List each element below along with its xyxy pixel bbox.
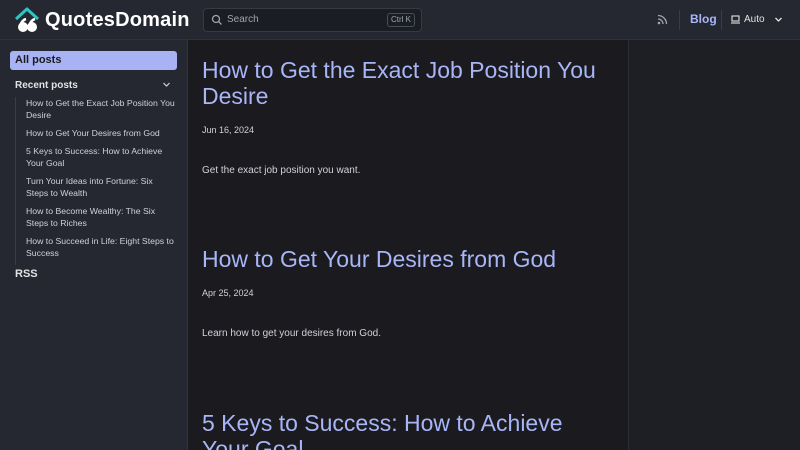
sidebar-item-all-posts[interactable]: All posts bbox=[10, 51, 177, 70]
sidebar-item-rss[interactable]: RSS bbox=[15, 268, 38, 280]
search-placeholder: Search bbox=[227, 14, 259, 25]
recent-posts-heading[interactable]: Recent posts bbox=[15, 80, 172, 91]
post-list: How to Get the Exact Job Position You De… bbox=[188, 40, 628, 450]
chevron-down-icon[interactable] bbox=[774, 15, 783, 24]
nav-divider bbox=[721, 10, 722, 30]
sidebar-recent-post[interactable]: How to Get the Exact Job Position You De… bbox=[26, 97, 175, 121]
monitor-icon bbox=[731, 15, 740, 24]
brand-logo[interactable]: QuotesDomain bbox=[14, 6, 190, 34]
toc-column bbox=[628, 40, 800, 450]
search-icon bbox=[211, 14, 222, 25]
post-summary: Learn how to get your desires from God. bbox=[202, 328, 381, 339]
theme-selector[interactable]: Auto bbox=[731, 14, 765, 25]
sidebar: All posts Recent posts How to Get the Ex… bbox=[0, 40, 188, 450]
post-summary: Get the exact job position you want. bbox=[202, 165, 361, 176]
post-title[interactable]: How to Get Your Desires from God bbox=[202, 246, 612, 272]
post-card: 5 Keys to Success: How to Achieve Your G… bbox=[202, 410, 612, 450]
recent-posts-list: How to Get the Exact Job Position You De… bbox=[15, 97, 175, 265]
post-title[interactable]: How to Get the Exact Job Position You De… bbox=[202, 57, 612, 109]
theme-label: Auto bbox=[744, 14, 765, 25]
nav-divider bbox=[679, 10, 680, 30]
brand-name: QuotesDomain bbox=[45, 8, 190, 31]
chevron-down-icon[interactable] bbox=[162, 80, 171, 89]
sidebar-recent-post[interactable]: Turn Your Ideas into Fortune: Six Steps … bbox=[26, 175, 175, 199]
search-shortcut: Ctrl K bbox=[387, 13, 415, 27]
sidebar-recent-post[interactable]: 5 Keys to Success: How to Achieve Your G… bbox=[26, 145, 175, 169]
rss-icon[interactable] bbox=[657, 14, 668, 25]
post-date: Apr 25, 2024 bbox=[202, 288, 254, 298]
sidebar-recent-post[interactable]: How to Become Wealthy: The Six Steps to … bbox=[26, 205, 175, 229]
sidebar-recent-post[interactable]: How to Get Your Desires from God bbox=[26, 127, 175, 139]
post-card: How to Get Your Desires from God Apr 25,… bbox=[202, 246, 612, 339]
navbar: QuotesDomain Search Ctrl K Blog Auto bbox=[0, 0, 800, 40]
post-date: Jun 16, 2024 bbox=[202, 125, 255, 135]
post-title[interactable]: 5 Keys to Success: How to Achieve Your G… bbox=[202, 410, 612, 450]
logo-icon bbox=[14, 7, 40, 32]
sidebar-recent-post[interactable]: How to Succeed in Life: Eight Steps to S… bbox=[26, 235, 175, 259]
nav-blog-link[interactable]: Blog bbox=[690, 12, 717, 26]
post-card: How to Get the Exact Job Position You De… bbox=[202, 57, 612, 176]
search-box[interactable]: Search Ctrl K bbox=[203, 8, 422, 32]
